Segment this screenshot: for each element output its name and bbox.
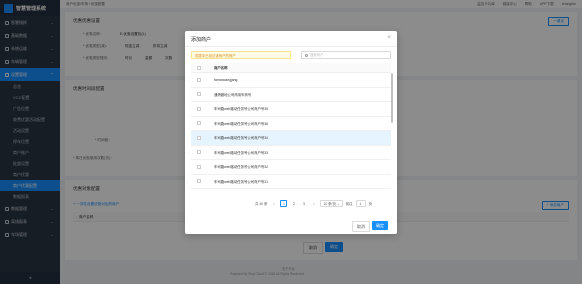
- list-item[interactable]: 通滑副地公司商用车商号: [191, 88, 391, 102]
- merchant-list: 商户名称 fanrancangjang 通滑副地公司商用车商号 车司路web路动…: [191, 63, 391, 221]
- pagination: 共 40 条 ‹ 1 2 3 › 10 条/页 ⌄ 前往 1 页: [255, 200, 372, 207]
- search-input[interactable]: [310, 53, 380, 57]
- list-item[interactable]: 车司路web路动任务号公司商户号31: [191, 175, 391, 189]
- dialog-cancel-button[interactable]: 取消: [352, 221, 370, 232]
- merchant-name: 车司路web路动任务号公司商户号36: [214, 121, 269, 126]
- page-button[interactable]: 2: [290, 200, 297, 207]
- list-item[interactable]: 车司路web路动任务号公司商户号33: [191, 146, 391, 160]
- row-checkbox[interactable]: [197, 150, 201, 155]
- merchant-name: 车司路web路动任务号公司商户号33: [214, 150, 269, 155]
- page-button[interactable]: 3: [300, 200, 307, 207]
- row-checkbox[interactable]: [197, 164, 201, 169]
- list-item[interactable]: 车司路web路动任务号公司商户号36: [191, 117, 391, 131]
- warning-text: 同类中已设过该商户的商户: [195, 53, 236, 58]
- merchant-search[interactable]: [301, 51, 391, 59]
- column-header: 商户名称: [214, 66, 228, 70]
- merchant-name: 车司路web路动任务号公司商户号35: [214, 107, 269, 112]
- row-checkbox[interactable]: [197, 121, 201, 126]
- list-item[interactable]: 车司路web路动任务号公司商户号32: [191, 160, 391, 175]
- merchant-name: 车司路web路动任务号公司商户号31: [214, 179, 269, 184]
- prev-page-button[interactable]: ‹: [270, 200, 277, 207]
- row-checkbox[interactable]: [197, 106, 201, 111]
- list-scrollbar[interactable]: [391, 73, 393, 123]
- list-header: 商户名称: [191, 63, 391, 73]
- page-unit-label: 页: [368, 202, 372, 206]
- row-checkbox[interactable]: [197, 77, 201, 82]
- merchant-name: 通滑副地公司商用车商号: [214, 92, 252, 97]
- merchant-name: 车司路web路动任务号公司商户号34: [214, 136, 269, 141]
- next-page-button[interactable]: ›: [310, 200, 317, 207]
- merchant-name: fanrancangjang: [214, 77, 238, 82]
- row-checkbox[interactable]: [197, 135, 201, 140]
- list-item-hovered[interactable]: 车司路web路动任务号公司商户号34: [191, 131, 391, 146]
- close-icon[interactable]: ×: [387, 35, 391, 41]
- search-icon: [305, 53, 308, 57]
- chevron-down-icon: ⌄: [336, 201, 340, 206]
- dialog-confirm-button[interactable]: 确定: [372, 221, 388, 230]
- row-checkbox[interactable]: [197, 92, 201, 97]
- warning-notice: 同类中已设过该商户的商户: [191, 51, 291, 59]
- select-all-checkbox[interactable]: [197, 65, 201, 70]
- page-size-select[interactable]: 10 条/页 ⌄: [320, 200, 343, 207]
- dialog-title: 添加商户: [191, 37, 212, 43]
- total-count: 共 40 条: [255, 202, 268, 206]
- row-checkbox[interactable]: [197, 179, 201, 184]
- list-item[interactable]: fanrancangjang: [191, 73, 391, 88]
- goto-page-input[interactable]: 1: [355, 200, 366, 207]
- list-item[interactable]: 车司路web路动任务号公司商户号35: [191, 102, 391, 117]
- add-merchant-dialog: 添加商户 × 同类中已设过该商户的商户 商户名称 fanrancangjang …: [185, 31, 397, 234]
- page-size-value: 10 条/页: [323, 202, 336, 206]
- divider: [185, 46, 397, 47]
- merchant-name: 车司路web路动任务号公司商户号32: [214, 165, 269, 170]
- goto-label: 前往: [345, 202, 353, 206]
- page-button-active[interactable]: 1: [280, 200, 288, 207]
